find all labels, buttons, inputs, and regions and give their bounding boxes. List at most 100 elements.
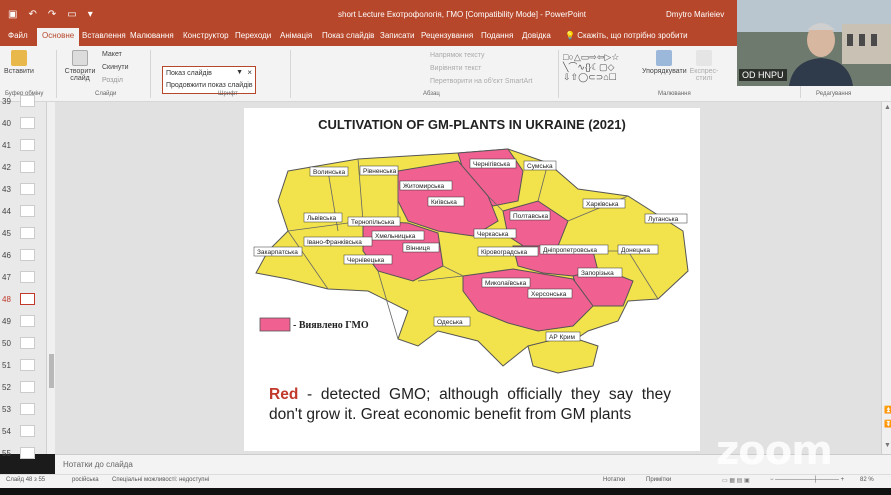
slide-text-rest: - detected GMO; although officially they… (269, 386, 671, 423)
thumbnail-image[interactable] (20, 293, 35, 305)
thumbnail-image[interactable] (20, 337, 35, 349)
tab-transitions[interactable]: Переходи (235, 31, 271, 40)
tab-draw[interactable]: Малювання (130, 31, 174, 40)
prev-slide-icon[interactable]: ⏫ (884, 406, 891, 414)
tell-me-search[interactable]: 💡 Скажіть, що потрібно зробити (565, 31, 688, 40)
reset-button[interactable]: Скинути (102, 64, 129, 71)
thumbnail-item[interactable]: 43 (0, 180, 46, 202)
thumbnail-image[interactable] (20, 139, 35, 151)
user-name[interactable]: Dmytro Marieiev (666, 10, 724, 19)
label-vinnytsia: Вінниця (406, 244, 430, 252)
chevron-down-icon[interactable]: ▼ (236, 69, 243, 76)
close-icon[interactable]: × (247, 68, 252, 77)
thumbnail-number: 49 (2, 317, 11, 326)
group-paragraph: Абзац (423, 91, 440, 97)
zoom-slider[interactable]: − ─────────┼───── + (770, 477, 844, 483)
thumbnail-image[interactable] (20, 161, 35, 173)
status-accessibility[interactable]: Спеціальні можливості: недоступні (112, 477, 209, 483)
thumbnail-item[interactable]: 54 (0, 422, 46, 444)
thumbnail-item[interactable]: 47 (0, 268, 46, 290)
thumbnail-item[interactable]: 40 (0, 114, 46, 136)
thumbnail-image[interactable] (20, 183, 35, 195)
text-direction-button[interactable]: Напрямок тексту (430, 52, 485, 59)
dropdown-option[interactable]: Продовжити показ слайдів (166, 82, 253, 89)
thumbnail-number: 55 (2, 449, 11, 458)
thumbnail-number: 52 (2, 383, 11, 392)
layout-button[interactable]: Макет (102, 51, 122, 58)
label-kherson: Херсонська (531, 291, 567, 298)
view-buttons[interactable]: ▭ ▦ ▤ ▣ (722, 477, 750, 484)
thumbnail-item[interactable]: 52 (0, 378, 46, 400)
tab-review[interactable]: Рецензування (421, 31, 473, 40)
thumbnail-image[interactable] (20, 227, 35, 239)
label-crimea: АР Крим (549, 334, 576, 341)
tab-home[interactable]: Основне (37, 28, 80, 46)
undo-icon[interactable]: ↶ (28, 9, 36, 20)
thumbnail-item[interactable]: 44 (0, 202, 46, 224)
smartart-button[interactable]: Перетворити на об'єкт SmartArt (430, 78, 533, 85)
redo-icon[interactable]: ↷ (48, 9, 56, 20)
save-icon[interactable]: ▣ (8, 9, 17, 20)
customize-icon[interactable]: ▾ (88, 9, 93, 20)
thumbnail-item[interactable]: 50 (0, 334, 46, 356)
start-show-icon[interactable]: ▭ (67, 9, 76, 20)
document-title: short Lecture Екотрофологія, ГМО [Compat… (338, 10, 586, 19)
tab-insert[interactable]: Вставлення (82, 31, 126, 40)
thumbnail-item[interactable]: 55 (0, 444, 46, 466)
thumbnail-number: 51 (2, 361, 11, 370)
comments-button[interactable]: Примітки (646, 477, 671, 483)
thumbnail-image[interactable] (20, 359, 35, 371)
slide-scrollbar[interactable]: ▲ ⏫ ⏬ ▼ (881, 102, 891, 454)
thumbnail-image[interactable] (20, 315, 35, 327)
thumbnail-item[interactable]: 53 (0, 400, 46, 422)
thumbnails-scrollbar[interactable] (46, 102, 55, 454)
next-slide-icon[interactable]: ⏬ (884, 420, 891, 428)
thumbnail-image[interactable] (20, 425, 35, 437)
tab-animations[interactable]: Анімація (280, 31, 312, 40)
current-slide[interactable]: CULTIVATION OF GM-PLANTS IN UKRAINE (202… (244, 108, 700, 451)
thumbnail-image[interactable] (20, 403, 35, 415)
zoom-level[interactable]: 82 % (860, 477, 874, 483)
paste-button[interactable]: Вставити (4, 50, 34, 75)
thumbnail-image[interactable] (20, 249, 35, 261)
scrollbar-thumb[interactable] (49, 354, 54, 388)
dropdown-selected[interactable]: Показ слайдів (166, 70, 212, 77)
align-text-button[interactable]: Вирівняти текст (430, 65, 481, 72)
tab-slideshow[interactable]: Показ слайдів (322, 31, 374, 40)
tab-help[interactable]: Довідка (522, 31, 551, 40)
thumbnail-item[interactable]: 51 (0, 356, 46, 378)
thumbnail-image[interactable] (20, 271, 35, 283)
notes-button[interactable]: Нотатки (603, 477, 625, 483)
notes-placeholder: Нотатки до слайда (63, 460, 133, 469)
shapes-gallery[interactable]: □○△▭⇨⇦▷☆ ╲⌒∿{}☾▢◇ ⇩⇧◯⊂⊃⌂☐ (563, 52, 635, 82)
thumbnail-item[interactable]: 41 (0, 136, 46, 158)
thumbnail-item[interactable]: 49 (0, 312, 46, 334)
thumbnail-item[interactable]: 39 (0, 92, 46, 114)
thumbnail-item[interactable]: 45 (0, 224, 46, 246)
thumbnail-item-active[interactable]: 48 (0, 290, 46, 312)
new-slide-button[interactable]: Створити слайд (62, 50, 98, 82)
scroll-down-icon[interactable]: ▼ (884, 442, 891, 449)
quick-styles-button[interactable]: Експрес-стилі (688, 50, 720, 82)
thumbnail-number: 42 (2, 163, 11, 172)
thumbnail-image[interactable] (20, 381, 35, 393)
thumbnail-image[interactable] (20, 447, 35, 459)
tab-design[interactable]: Конструктор (183, 31, 229, 40)
arrange-button[interactable]: Упорядкувати (642, 50, 687, 75)
section-button[interactable]: Розділ (102, 77, 123, 84)
thumbnail-item[interactable]: 46 (0, 246, 46, 268)
status-language[interactable]: російська (72, 477, 99, 483)
tab-view[interactable]: Подання (481, 31, 513, 40)
label-chernihiv: Чернігівська (473, 160, 510, 168)
label-ternopil: Тернопільська (351, 218, 395, 226)
slideshow-dropdown[interactable]: Показ слайдів ▼ × Продовжити показ слайд… (162, 66, 256, 94)
thumbnail-image[interactable] (20, 117, 35, 129)
tab-file[interactable]: Файл (8, 31, 28, 40)
separator (150, 50, 151, 98)
scroll-up-icon[interactable]: ▲ (884, 104, 891, 111)
thumbnail-image[interactable] (20, 95, 35, 107)
tab-record[interactable]: Записати (380, 31, 415, 40)
thumbnail-image[interactable] (20, 205, 35, 217)
group-editing: Редагування (816, 91, 852, 97)
thumbnail-item[interactable]: 42 (0, 158, 46, 180)
